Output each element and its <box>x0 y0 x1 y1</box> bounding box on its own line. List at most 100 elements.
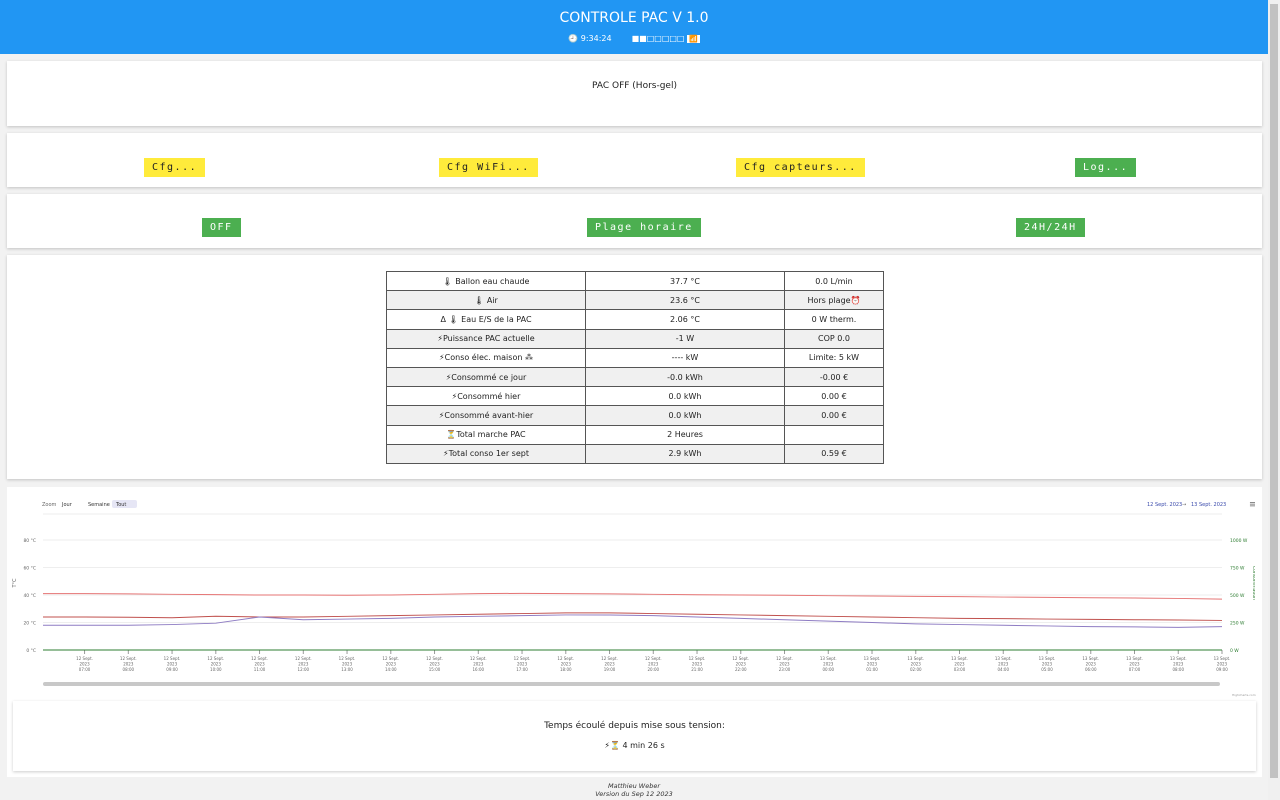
x-tick-label: 2023 <box>123 662 134 667</box>
x-tick-label: 2023 <box>561 662 572 667</box>
x-tick-label: 12 Sept. <box>426 656 443 661</box>
x-tick-label: 10:00 <box>210 667 222 672</box>
table-row: 🌡 Air 23.6 °C Hors plage⏰ <box>386 290 884 311</box>
measure-extra <box>784 424 884 445</box>
zoom-button-tout[interactable]: Tout <box>115 502 126 508</box>
x-tick-label: 08:00 <box>1172 667 1184 672</box>
table-row: 🌡 Ballon eau chaude 37.7 °C 0.0 L/min <box>386 270 884 292</box>
x-tick-label: 00:00 <box>823 667 835 672</box>
y2-tick-label: 0 W <box>1230 648 1239 654</box>
x-tick-label: 2023 <box>604 662 615 667</box>
x-tick-label: 2023 <box>429 662 440 667</box>
x-tick-label: 2023 <box>1086 662 1097 667</box>
x-tick-label: 23:00 <box>779 667 791 672</box>
measure-label: ⚡Consommé avant-hier <box>386 405 586 426</box>
measure-value: 2.9 kWh <box>585 443 785 464</box>
measure-value: -0.0 kWh <box>585 366 785 388</box>
y-tick-label: 60 °C <box>23 566 36 572</box>
measure-value: 0.0 kWh <box>585 405 785 426</box>
measure-label: ⚡Total conso 1er sept <box>386 443 586 464</box>
wifi-signal-bars: ■■□□□□□ <box>631 34 685 43</box>
measure-label: Δ 🌡 Eau E/S de la PAC <box>386 309 586 330</box>
x-tick-label: 18:00 <box>560 667 572 672</box>
y-axis-title: T°C <box>12 578 18 589</box>
cfg-sensors-button[interactable]: Cfg capteurs... <box>736 158 865 177</box>
x-tick-label: 2023 <box>954 662 965 667</box>
footer-author: Matthieu Weber <box>607 782 661 790</box>
y-tick-label: 40 °C <box>23 593 36 599</box>
navigator-scrollbar[interactable] <box>43 682 1220 686</box>
zoom-button-jour[interactable]: Jour <box>61 502 73 508</box>
x-tick-label: 12 Sept. <box>76 656 93 661</box>
x-tick-label: 2023 <box>254 662 265 667</box>
x-tick-label: 2023 <box>648 662 659 667</box>
measure-extra: 0 W therm. <box>784 309 884 330</box>
x-tick-label: 2023 <box>867 662 878 667</box>
measure-label: ⚡Puissance PAC actuelle <box>386 328 586 349</box>
x-tick-label: 13 Sept. <box>820 656 837 661</box>
x-tick-label: 2023 <box>79 662 90 667</box>
x-tick-label: 02:00 <box>910 667 922 672</box>
measure-value: 37.7 °C <box>585 270 785 292</box>
measure-extra: 0.00 € <box>784 405 884 426</box>
status-card: PAC OFF (Hors-gel) <box>7 61 1262 126</box>
measure-label: 🌡 Air <box>386 290 586 311</box>
x-tick-label: 08:00 <box>123 667 135 672</box>
measure-value: 23.6 °C <box>585 290 785 311</box>
x-tick-label: 12:00 <box>298 667 310 672</box>
measure-value: 2 Heures <box>585 424 785 445</box>
x-tick-label: 21:00 <box>691 667 703 672</box>
uptime-label: Temps écoulé depuis mise sous tension: <box>544 721 725 731</box>
page-scrollbar[interactable] <box>1268 0 1280 800</box>
x-tick-label: 2023 <box>386 662 397 667</box>
x-tick-label: 07:00 <box>79 667 91 672</box>
x-tick-label: 22:00 <box>735 667 747 672</box>
mode-card: OFF Plage horaire 24H/24H <box>7 194 1262 248</box>
chart-menu-icon[interactable]: ≡ <box>1249 500 1255 510</box>
clock-time: 9:34:24 <box>580 34 612 43</box>
x-tick-label: 2023 <box>473 662 484 667</box>
measure-value: 2.06 °C <box>585 309 785 330</box>
chart-credits[interactable]: Highcharts.com <box>1232 693 1256 697</box>
range-to: 13 Sept. 2023 <box>1191 502 1226 508</box>
x-tick-label: 13 Sept. <box>1082 656 1099 661</box>
measure-extra: -0.00 € <box>784 366 884 388</box>
measure-value: -1 W <box>585 328 785 349</box>
series-line-ballon <box>43 592 1223 600</box>
zoom-button-semaine[interactable]: Semaine <box>88 502 110 508</box>
log-button[interactable]: Log... <box>1075 158 1137 177</box>
mode-schedule-button[interactable]: Plage horaire <box>587 218 701 237</box>
x-tick-label: 2023 <box>1042 662 1053 667</box>
x-tick-label: 04:00 <box>997 667 1009 672</box>
wifi-icon: 📶 <box>687 35 700 43</box>
range-separator: → <box>1182 502 1186 508</box>
x-tick-label: 12 Sept. <box>295 656 312 661</box>
temperature-power-chart: Zoom Jour Semaine Tout 12 Sept. 2023 → 13 Sept… <box>12 500 1255 672</box>
measure-extra: Hors plage⏰ <box>784 290 884 311</box>
x-tick-label: 11:00 <box>254 667 266 672</box>
measures-card: 🌡 Ballon eau chaude 37.7 °C 0.0 L/min 🌡 Air… <box>7 255 1262 479</box>
x-tick-label: 2023 <box>1217 662 1228 667</box>
mode-off-button[interactable]: OFF <box>202 218 241 237</box>
x-tick-label: 05:00 <box>1041 667 1053 672</box>
x-tick-label: 09:00 <box>1216 667 1228 672</box>
x-tick-label: 2023 <box>1173 662 1184 667</box>
mode-24h-button[interactable]: 24H/24H <box>1016 218 1085 237</box>
x-tick-label: 13 Sept. <box>1214 656 1231 661</box>
x-tick-label: 12 Sept. <box>689 656 706 661</box>
x-tick-label: 13 Sept. <box>951 656 968 661</box>
x-tick-label: 07:00 <box>1129 667 1141 672</box>
x-tick-label: 2023 <box>211 662 222 667</box>
series-line-air <box>43 612 1223 621</box>
x-tick-label: 2023 <box>167 662 178 667</box>
x-tick-label: 17:00 <box>516 667 528 672</box>
measure-extra: COP 0.0 <box>784 328 884 349</box>
scrollbar-thumb[interactable] <box>1270 4 1278 778</box>
x-tick-label: 2023 <box>517 662 528 667</box>
measure-label: ⚡Conso élec. maison ⁂ <box>386 347 586 368</box>
y2-axis-title: Consommation <box>1251 566 1255 600</box>
x-tick-label: 09:00 <box>166 667 178 672</box>
cfg-wifi-button[interactable]: Cfg WiFi... <box>439 158 538 177</box>
table-row: ⚡Consommé ce jour -0.0 kWh -0.00 € <box>386 366 884 388</box>
cfg-button[interactable]: Cfg... <box>144 158 206 177</box>
